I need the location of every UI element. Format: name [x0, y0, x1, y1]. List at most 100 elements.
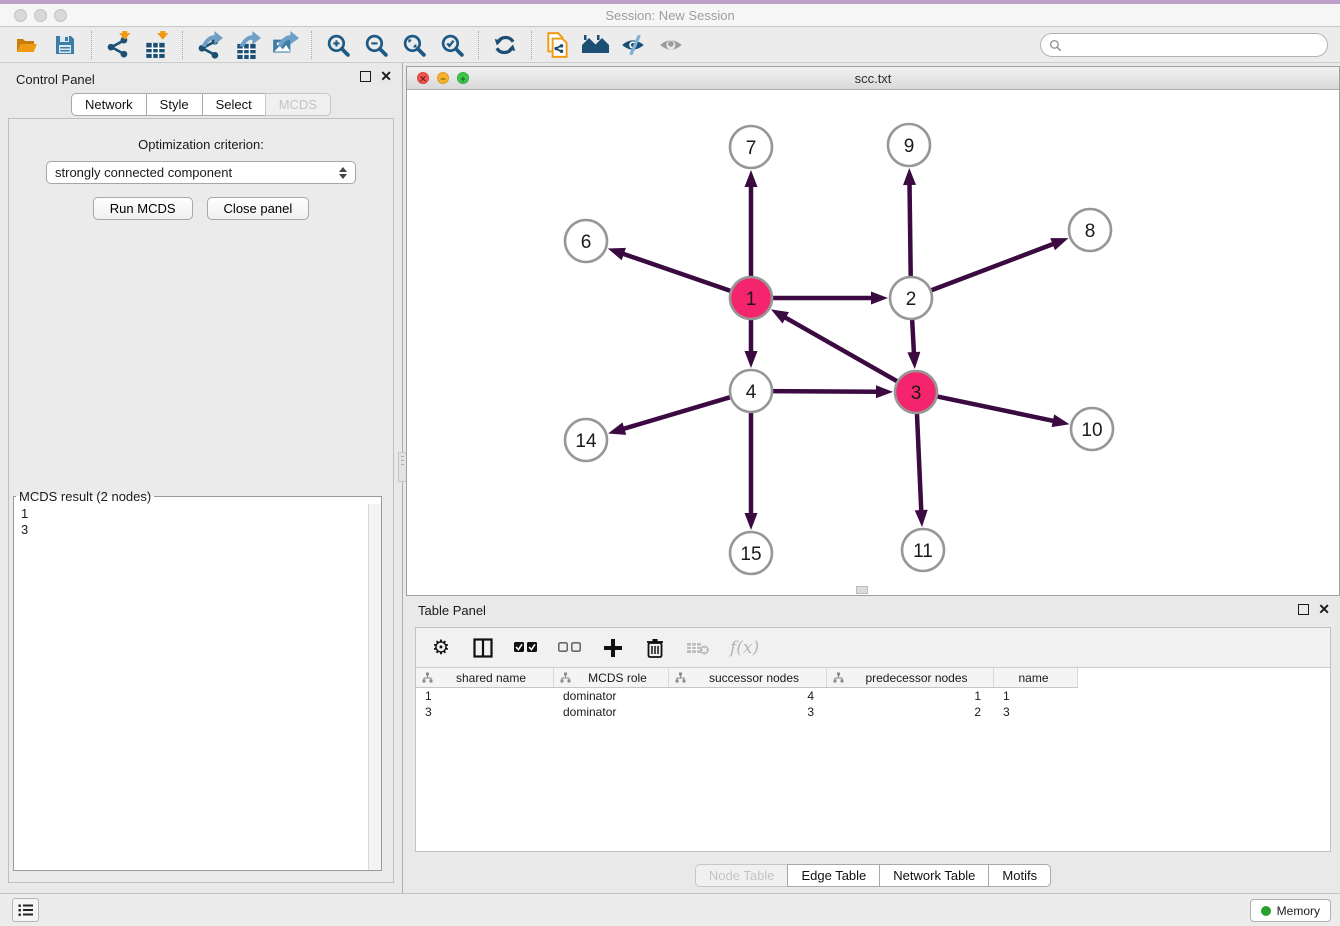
column-header-MCDS-role[interactable]: MCDS role [554, 668, 669, 687]
select-all-checkboxes-icon[interactable] [514, 636, 538, 660]
graph-edge-1-4[interactable] [745, 317, 758, 368]
column-header-successor-nodes[interactable]: successor nodes [669, 668, 827, 687]
cell-shared-name[interactable]: 3 [416, 705, 554, 719]
graph-edge-2-8[interactable] [929, 238, 1069, 291]
graph-edge-2-3[interactable] [907, 317, 920, 369]
cell-predecessor-nodes[interactable]: 1 [827, 689, 994, 703]
graph-node-9[interactable]: 9 [888, 124, 930, 166]
tab-node-table[interactable]: Node Table [695, 864, 789, 887]
cell-MCDS-role[interactable]: dominator [554, 705, 669, 719]
network-canvas[interactable]: 1 2 3 4 6 7 8 9 10 11 14 15 [407, 90, 1339, 595]
graph-edge-3-11[interactable] [915, 411, 928, 527]
cell-name[interactable]: 1 [994, 689, 1078, 703]
cell-successor-nodes[interactable]: 3 [669, 705, 827, 719]
tab-network-table[interactable]: Network Table [879, 864, 989, 887]
graph-node-3[interactable]: 3 [895, 371, 937, 413]
mcds-result-box: MCDS result (2 nodes) 13 [13, 489, 382, 871]
zoom-out-icon[interactable] [357, 29, 395, 61]
svg-text:15: 15 [740, 544, 761, 565]
cell-shared-name[interactable]: 1 [416, 689, 554, 703]
cell-successor-nodes[interactable]: 4 [669, 689, 827, 703]
graph-edge-4-14[interactable] [608, 396, 733, 434]
import-table-icon[interactable] [137, 29, 175, 61]
close-panel-icon[interactable]: ✕ [380, 71, 392, 82]
graph-node-6[interactable]: 6 [565, 220, 607, 262]
hide-selected-eye-icon[interactable] [615, 29, 653, 61]
export-network-icon[interactable] [190, 29, 228, 61]
zoom-fit-icon[interactable] [395, 29, 433, 61]
svg-text:11: 11 [913, 541, 933, 562]
memory-button[interactable]: Memory [1250, 899, 1331, 922]
toolbar-separator [531, 31, 532, 59]
graph-node-15[interactable]: 15 [730, 532, 772, 574]
close-table-panel-icon[interactable]: ✕ [1318, 604, 1330, 615]
graph-node-2[interactable]: 2 [890, 277, 932, 319]
column-chooser-icon[interactable] [472, 636, 494, 660]
trash-icon[interactable] [644, 636, 666, 660]
run-mcds-button[interactable]: Run MCDS [93, 197, 193, 220]
mcds-result-list: 13 [14, 504, 381, 538]
clear-checkboxes-icon[interactable] [558, 636, 582, 660]
network-overview-houses-icon[interactable] [577, 29, 615, 61]
column-header-name[interactable]: name [994, 668, 1078, 687]
graph-edge-2-9[interactable] [903, 168, 916, 279]
criterion-select[interactable]: strongly connected component [46, 161, 356, 184]
clone-network-icon[interactable] [539, 29, 577, 61]
svg-text:10: 10 [1081, 420, 1102, 441]
search-box[interactable] [1040, 33, 1328, 57]
import-network-icon[interactable] [99, 29, 137, 61]
show-selected-eye-icon[interactable] [653, 29, 691, 61]
canvas-resize-grip[interactable] [856, 586, 868, 594]
tab-mcds[interactable]: MCDS [265, 93, 331, 116]
svg-text:2: 2 [906, 289, 917, 310]
graph-edge-4-15[interactable] [745, 410, 758, 530]
graph-edge-1-2[interactable] [770, 292, 888, 305]
network-window-titlebar[interactable]: ✕ − + scc.txt [407, 67, 1339, 90]
export-image-icon[interactable] [266, 29, 304, 61]
graph-node-7[interactable]: 7 [730, 126, 772, 168]
tab-motifs[interactable]: Motifs [988, 864, 1051, 887]
svg-text:8: 8 [1085, 221, 1096, 242]
graph-node-4[interactable]: 4 [730, 370, 772, 412]
graph-edge-3-10[interactable] [935, 396, 1070, 427]
result-scrollbar[interactable] [368, 504, 381, 870]
graph-edge-4-3[interactable] [770, 385, 893, 398]
graph-node-10[interactable]: 10 [1071, 408, 1113, 450]
svg-text:3: 3 [911, 383, 922, 404]
graph-node-1[interactable]: 1 [730, 277, 772, 319]
tab-edge-table[interactable]: Edge Table [787, 864, 880, 887]
graph-node-8[interactable]: 8 [1069, 209, 1111, 251]
table-row[interactable]: 1dominator411 [416, 688, 1330, 704]
column-header-shared-name[interactable]: shared name [416, 668, 554, 687]
search-input[interactable] [1067, 38, 1319, 52]
graph-edge-1-6[interactable] [608, 248, 733, 292]
zoom-in-icon[interactable] [319, 29, 357, 61]
task-history-button[interactable] [12, 898, 39, 922]
main-toolbar [0, 28, 1340, 63]
graph-edge-1-7[interactable] [745, 170, 758, 279]
tab-style[interactable]: Style [146, 93, 203, 116]
float-panel-icon[interactable] [360, 71, 371, 82]
cell-name[interactable]: 3 [994, 705, 1078, 719]
refresh-layout-icon[interactable] [486, 29, 524, 61]
column-header-predecessor-nodes[interactable]: predecessor nodes [827, 668, 994, 687]
svg-text:7: 7 [746, 138, 757, 159]
add-column-plus-icon[interactable] [602, 636, 624, 660]
save-session-icon[interactable] [46, 29, 84, 61]
table-settings-gear-icon[interactable]: ⚙ [430, 636, 452, 660]
float-table-panel-icon[interactable] [1298, 604, 1309, 615]
table-rows: 1dominator4113dominator323 [416, 688, 1330, 720]
graph-node-11[interactable]: 11 [902, 529, 944, 571]
graph-edge-3-1[interactable] [771, 309, 900, 382]
tab-network[interactable]: Network [71, 93, 147, 116]
export-table-icon[interactable] [228, 29, 266, 61]
cell-predecessor-nodes[interactable]: 2 [827, 705, 994, 719]
close-panel-button[interactable]: Close panel [207, 197, 310, 220]
cell-MCDS-role[interactable]: dominator [554, 689, 669, 703]
open-session-icon[interactable] [8, 29, 46, 61]
graph-node-14[interactable]: 14 [565, 419, 607, 461]
status-bar: Memory [0, 893, 1340, 926]
table-row[interactable]: 3dominator323 [416, 704, 1330, 720]
tab-select[interactable]: Select [202, 93, 266, 116]
zoom-selected-icon[interactable] [433, 29, 471, 61]
